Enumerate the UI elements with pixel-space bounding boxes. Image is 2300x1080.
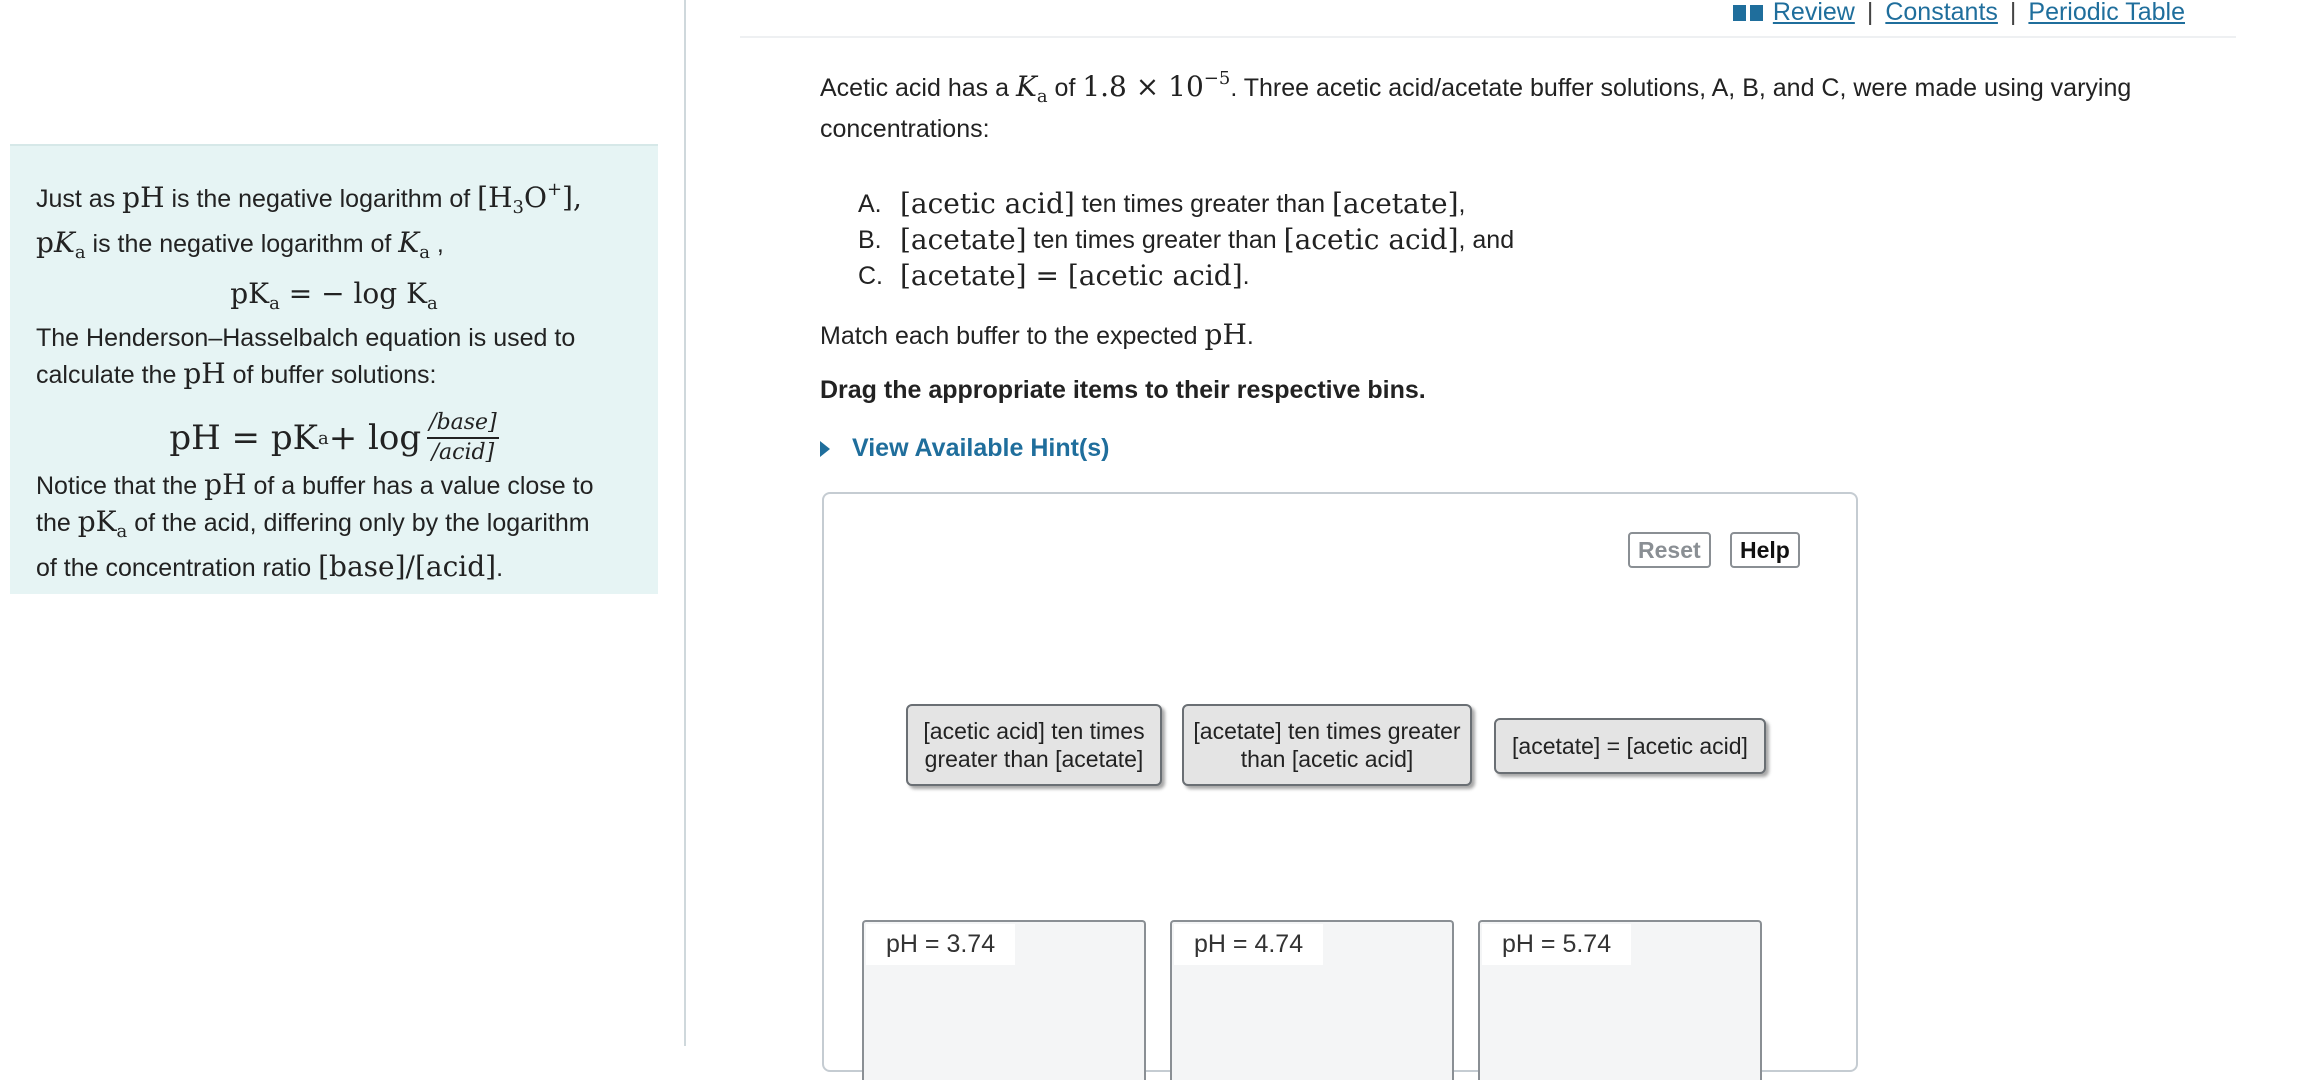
buffer-options: A. [acetic acid] ten times greater than … bbox=[858, 186, 1514, 294]
henderson-hasselbalch-equation: pH = pK a + log /base] /acid] bbox=[169, 410, 499, 465]
intro-line-1: Just as pH is the negative logarithm of … bbox=[36, 179, 582, 218]
constants-link[interactable]: Constants bbox=[1885, 0, 1998, 27]
intro-line-4: calculate the pH of buffer solutions: bbox=[36, 357, 437, 390]
intro-line-3: The Henderson–Hasselbalch equation is us… bbox=[36, 324, 576, 352]
base-acid-fraction: /base] /acid] bbox=[427, 410, 499, 465]
header-rule bbox=[740, 36, 2236, 38]
view-hints-toggle[interactable]: View Available Hint(s) bbox=[820, 434, 1109, 463]
question-text: Acetic acid has a Ka of 1.8 × 10−5. Thre… bbox=[820, 68, 2132, 143]
panel-divider bbox=[684, 0, 686, 1046]
resource-links: Review | Constants | Periodic Table bbox=[1732, 0, 2185, 27]
periodic-table-link[interactable]: Periodic Table bbox=[2028, 0, 2185, 27]
option-a: A. [acetic acid] ten times greater than … bbox=[858, 187, 1466, 220]
help-button[interactable]: Help bbox=[1730, 532, 1800, 568]
drag-drop-area: Reset Help [acetic acid] ten times great… bbox=[822, 492, 1858, 1080]
intro-line-2: pKa is the negative logarithm of Ka , bbox=[36, 226, 444, 263]
pka-equation: pKa = − log Ka bbox=[230, 277, 438, 314]
bin-label: pH = 4.74 bbox=[1174, 924, 1324, 965]
drop-bin-ph-5-74[interactable]: pH = 5.74 bbox=[1478, 920, 1762, 1080]
option-c: C. [acetate] = [acetic acid]. bbox=[858, 259, 1250, 292]
reset-button[interactable]: Reset bbox=[1628, 532, 1711, 568]
view-hints-label: View Available Hint(s) bbox=[852, 434, 1110, 462]
draggable-item-c[interactable]: [acetate] = [acetic acid] bbox=[1494, 718, 1766, 774]
drag-instruction: Drag the appropriate items to their resp… bbox=[820, 376, 1426, 404]
bin-label: pH = 5.74 bbox=[1482, 924, 1632, 965]
match-instruction: Match each buffer to the expected pH. bbox=[820, 318, 1254, 351]
intro-line-6: the pKa of the acid, differing only by t… bbox=[36, 505, 590, 542]
drop-bin-ph-3-74[interactable]: pH = 3.74 bbox=[862, 920, 1146, 1080]
draggable-item-a[interactable]: [acetic acid] ten times greater than [ac… bbox=[906, 704, 1162, 786]
bin-label: pH = 3.74 bbox=[866, 924, 1016, 965]
caret-right-icon bbox=[820, 440, 830, 457]
intro-line-5: Notice that the pH of a buffer has a val… bbox=[36, 468, 594, 501]
book-icon bbox=[1732, 3, 1763, 23]
option-b: B. [acetate] ten times greater than [ace… bbox=[858, 223, 1515, 256]
intro-line-7: of the concentration ratio [base]/[acid]… bbox=[36, 550, 504, 583]
review-link[interactable]: Review bbox=[1773, 0, 1855, 27]
link-separator: | bbox=[1866, 0, 1874, 26]
intro-panel: Just as pH is the negative logarithm of … bbox=[10, 144, 658, 594]
link-separator: | bbox=[2009, 0, 2017, 26]
drop-bin-ph-4-74[interactable]: pH = 4.74 bbox=[1170, 920, 1454, 1080]
draggable-item-b[interactable]: [acetate] ten times greater than [acetic… bbox=[1182, 704, 1472, 786]
